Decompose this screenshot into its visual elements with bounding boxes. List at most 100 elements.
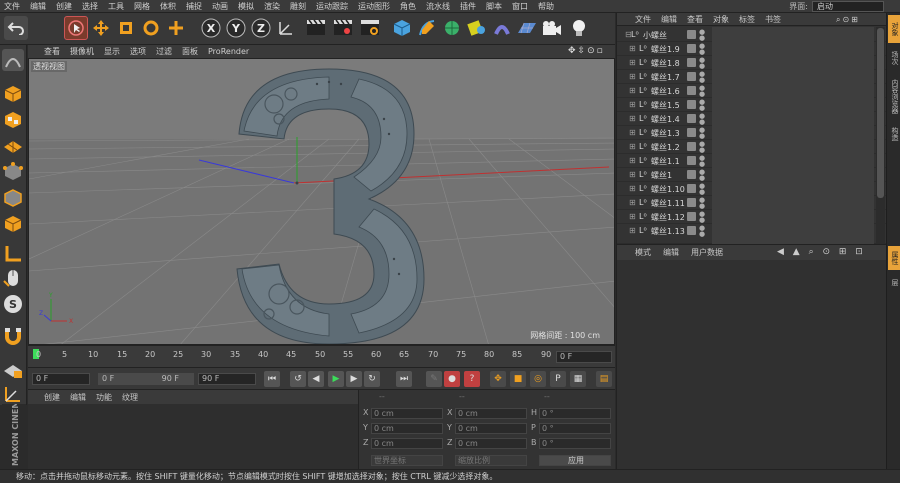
visibility-check[interactable] <box>687 170 696 179</box>
menu-animate[interactable]: 动画 <box>212 1 228 12</box>
visibility-check[interactable] <box>687 30 696 39</box>
menu-help[interactable]: 帮助 <box>538 1 554 12</box>
om-search-icons[interactable]: ⌕⊙⊞ <box>836 15 876 25</box>
tab-layers[interactable]: 层 <box>888 275 900 289</box>
autokey-icon[interactable]: ? <box>464 371 480 387</box>
menu-file[interactable]: 文件 <box>4 1 20 12</box>
undo-icon[interactable] <box>4 16 28 40</box>
points-mode-icon[interactable] <box>2 161 24 183</box>
model-mode-icon[interactable] <box>2 83 24 105</box>
expand-icon[interactable]: ⊞ <box>629 184 636 193</box>
size-z-field[interactable]: 0 cm <box>455 438 527 449</box>
expand-icon[interactable]: ⊞ <box>629 114 636 123</box>
mat-menu-function[interactable]: 功能 <box>96 392 112 403</box>
om-menu-file[interactable]: 文件 <box>635 14 651 25</box>
vp-menu-filter[interactable]: 过滤 <box>156 46 172 57</box>
planar-workplane-icon[interactable] <box>2 383 24 405</box>
visibility-dots[interactable]: ● ● <box>699 211 705 224</box>
attr-menu-mode[interactable]: 模式 <box>635 247 651 258</box>
attr-nav-icons[interactable]: ◀ ▲ ⌕ ⊙ ⊞ ⊡ <box>777 247 885 258</box>
expand-icon[interactable]: ⊞ <box>629 128 636 137</box>
visibility-check[interactable] <box>687 198 696 207</box>
menu-mograph[interactable]: 运动图形 <box>358 1 390 12</box>
size-y-field[interactable]: 0 cm <box>455 423 527 434</box>
menu-render[interactable]: 渲染 <box>264 1 280 12</box>
current-frame-field[interactable]: 0 F <box>556 351 612 363</box>
expand-icon[interactable]: ⊞ <box>629 142 636 151</box>
menu-motion-tracking[interactable]: 运动跟踪 <box>316 1 348 12</box>
menu-volume[interactable]: 体积 <box>160 1 176 12</box>
z-axis-icon[interactable]: Z <box>249 16 273 40</box>
previous-frame-icon[interactable]: ◀ <box>308 371 324 387</box>
rot-p-field[interactable]: 0 ° <box>539 423 611 434</box>
expand-icon[interactable]: ⊞ <box>629 226 636 235</box>
vp-menu-display[interactable]: 显示 <box>104 46 120 57</box>
menu-character[interactable]: 角色 <box>400 1 416 12</box>
timeline-ruler[interactable]: 0 5 10 15 20 25 30 35 40 45 50 55 60 65 … <box>28 345 615 367</box>
tab-objects[interactable]: 对象 <box>888 15 900 43</box>
visibility-dots[interactable]: ● ● <box>699 57 705 70</box>
select-arrow-icon[interactable] <box>64 16 88 40</box>
pos-x-field[interactable]: 0 cm <box>371 408 443 419</box>
menu-edit[interactable]: 编辑 <box>30 1 46 12</box>
start-frame-field[interactable]: 0 F <box>32 373 90 385</box>
add-object-icon[interactable] <box>164 16 188 40</box>
visibility-dots[interactable]: ● ● <box>699 225 705 238</box>
visibility-dots[interactable]: ● ● <box>699 141 705 154</box>
size-x-field[interactable]: 0 cm <box>455 408 527 419</box>
go-to-start-icon[interactable]: ⏮ <box>264 371 280 387</box>
next-frame-icon[interactable]: ▶ <box>346 371 362 387</box>
om-menu-bookmarks[interactable]: 书签 <box>765 14 781 25</box>
visibility-check[interactable] <box>687 128 696 137</box>
snap-icon[interactable]: S <box>2 293 24 315</box>
visibility-dots[interactable]: ● ● <box>699 29 705 42</box>
layout-select[interactable]: 启动 <box>812 1 884 12</box>
texture-mode-icon[interactable] <box>2 109 24 131</box>
scrollbar-thumb[interactable] <box>877 28 884 198</box>
vp-menu-camera[interactable]: 摄像机 <box>70 46 94 57</box>
attr-menu-userdata[interactable]: 用户数据 <box>691 247 723 258</box>
pos-y-field[interactable]: 0 cm <box>371 423 443 434</box>
visibility-check[interactable] <box>687 100 696 109</box>
mat-menu-edit[interactable]: 编辑 <box>70 392 86 403</box>
x-axis-icon[interactable]: X <box>199 16 223 40</box>
key-point-icon[interactable]: ✎ <box>426 371 442 387</box>
menu-script[interactable]: 脚本 <box>486 1 502 12</box>
mat-menu-texture[interactable]: 纹理 <box>122 392 138 403</box>
visibility-check[interactable] <box>687 212 696 221</box>
expand-icon[interactable]: ⊞ <box>629 156 636 165</box>
visibility-check[interactable] <box>687 142 696 151</box>
apply-button[interactable]: 应用 <box>539 455 611 466</box>
expand-icon[interactable]: ⊞ <box>629 212 636 221</box>
key-rotate-icon[interactable]: ◎ <box>530 371 546 387</box>
play-icon[interactable]: ▶ <box>328 371 344 387</box>
menu-plugins[interactable]: 插件 <box>460 1 476 12</box>
visibility-dots[interactable]: ● ● <box>699 127 705 140</box>
scale-mode-select[interactable]: 缩放比例 <box>455 455 527 466</box>
render-settings-icon[interactable] <box>358 16 382 40</box>
visibility-dots[interactable]: ● ● <box>699 71 705 84</box>
menu-tools[interactable]: 工具 <box>108 1 124 12</box>
menu-mesh[interactable]: 网格 <box>134 1 150 12</box>
rotate-icon[interactable] <box>139 16 163 40</box>
visibility-dots[interactable]: ● ● <box>699 43 705 56</box>
render-picture-viewer-icon[interactable] <box>331 16 355 40</box>
vp-menu-view[interactable]: 查看 <box>44 46 60 57</box>
visibility-check[interactable] <box>687 114 696 123</box>
menu-create[interactable]: 创建 <box>56 1 72 12</box>
expand-icon[interactable]: ⊞ <box>629 72 636 81</box>
workplane-icon[interactable] <box>2 135 24 157</box>
cube-primitive-icon[interactable] <box>390 16 414 40</box>
tab-takes[interactable]: 场次 <box>888 47 900 69</box>
expand-icon[interactable]: ⊞ <box>629 198 636 207</box>
pos-z-field[interactable]: 0 cm <box>371 438 443 449</box>
visibility-dots[interactable]: ● ● <box>699 85 705 98</box>
menu-sculpt[interactable]: 雕刻 <box>290 1 306 12</box>
visibility-check[interactable] <box>687 72 696 81</box>
menu-window[interactable]: 窗口 <box>512 1 528 12</box>
visibility-dots[interactable]: ● ● <box>699 183 705 196</box>
previous-key-icon[interactable]: ↺ <box>290 371 306 387</box>
next-key-icon[interactable]: ↻ <box>364 371 380 387</box>
key-move-icon[interactable]: ✥ <box>490 371 506 387</box>
axis-mode-icon[interactable] <box>2 243 24 265</box>
